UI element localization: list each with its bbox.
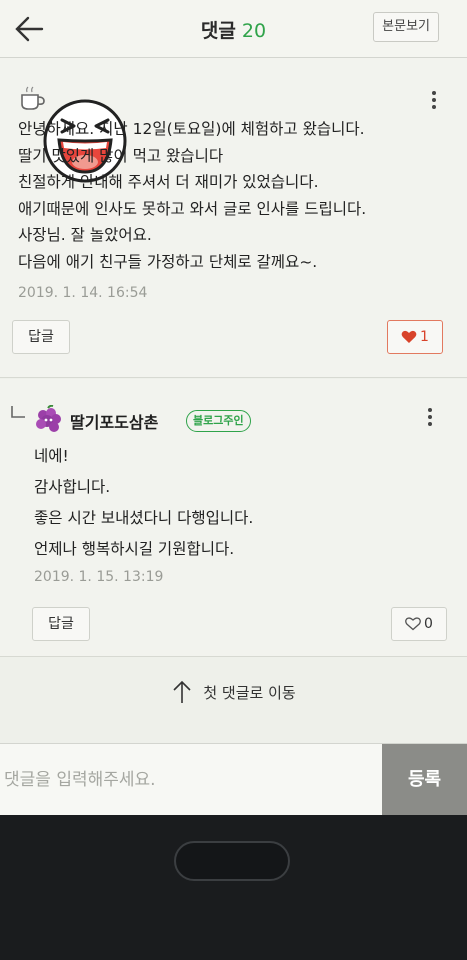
- comment-body: 네에! 감사합니다. 좋은 시간 보내셨다니 다행입니다. 언제나 행복하시길 …: [34, 441, 253, 565]
- more-vertical-icon[interactable]: [423, 407, 437, 427]
- reply-button[interactable]: 답글: [32, 607, 90, 641]
- comment-line: 딸기 맛있게 많이 먹고 왔습니다: [18, 146, 224, 165]
- screen: 댓글 20 본문보기 안녕하세요. 지난 12일(토요일)에 체험하고 왔습니다.…: [0, 0, 467, 815]
- like-count: 1: [420, 329, 429, 345]
- comment-line: 애기때문에 인사도 못하고 와서 글로 인사를 드립니다.: [18, 199, 367, 218]
- like-button[interactable]: 0: [391, 607, 447, 641]
- submit-button[interactable]: 등록: [382, 744, 467, 815]
- title-label: 댓글: [200, 20, 236, 42]
- comment-line: 안녕하세요. 지난 12일(토요일)에 체험하고 왔습니다.: [18, 120, 365, 138]
- comment-date: 2019. 1. 15. 13:19: [34, 569, 164, 585]
- arrow-up-icon: [173, 680, 191, 703]
- goto-first-label: 첫 댓글로 이동: [203, 684, 296, 702]
- reply-comment-item: 딸기포도삼촌 블로그주인 네에! 감사합니다. 좋은 시간 보내셨다니 다행입니…: [0, 379, 467, 657]
- comment-date: 2019. 1. 14. 16:54: [18, 285, 148, 301]
- comment-item: 안녕하세요. 지난 12일(토요일)에 체험하고 왔습니다. 딸기 맛있게 많이…: [0, 58, 467, 378]
- like-button[interactable]: 1: [387, 320, 443, 354]
- comment-input-bar: 등록: [0, 743, 467, 815]
- heart-icon: [405, 617, 421, 631]
- comment-line: 네에!: [34, 447, 69, 465]
- comment-line: 감사합니다.: [34, 478, 111, 496]
- reply-button[interactable]: 답글: [12, 320, 70, 354]
- heart-icon: [401, 330, 417, 343]
- goto-first-comment-link[interactable]: 첫 댓글로 이동: [0, 680, 467, 704]
- comment-line: 다음에 애기 친구들 가정하고 단체로 갈께요~.: [18, 252, 318, 271]
- comment-body: 안녕하세요. 지난 12일(토요일)에 체험하고 왔습니다. 딸기 맛있게 많이…: [18, 116, 458, 275]
- blog-owner-badge: 블로그주인: [186, 410, 251, 432]
- reply-arrow-icon: [11, 406, 25, 418]
- more-vertical-icon[interactable]: [427, 90, 441, 110]
- author-name[interactable]: 딸기포도삼촌: [70, 409, 158, 433]
- comment-input[interactable]: [0, 744, 382, 815]
- home-button[interactable]: [174, 841, 290, 881]
- header: 댓글 20 본문보기: [0, 0, 467, 58]
- grape-avatar-icon: [36, 405, 61, 432]
- view-post-button[interactable]: 본문보기: [373, 12, 439, 42]
- comment-line: 사장님. 잘 놀았어요.: [18, 226, 152, 244]
- comment-line: 언제나 행복하시길 기원합니다.: [34, 540, 235, 558]
- device-bezel: [0, 815, 467, 960]
- comment-count: 20: [241, 20, 267, 42]
- like-count: 0: [424, 616, 433, 632]
- comment-line: 친절하게 안내해 주셔서 더 재미가 있었습니다.: [18, 173, 319, 191]
- comment-line: 좋은 시간 보내셨다니 다행입니다.: [34, 509, 254, 527]
